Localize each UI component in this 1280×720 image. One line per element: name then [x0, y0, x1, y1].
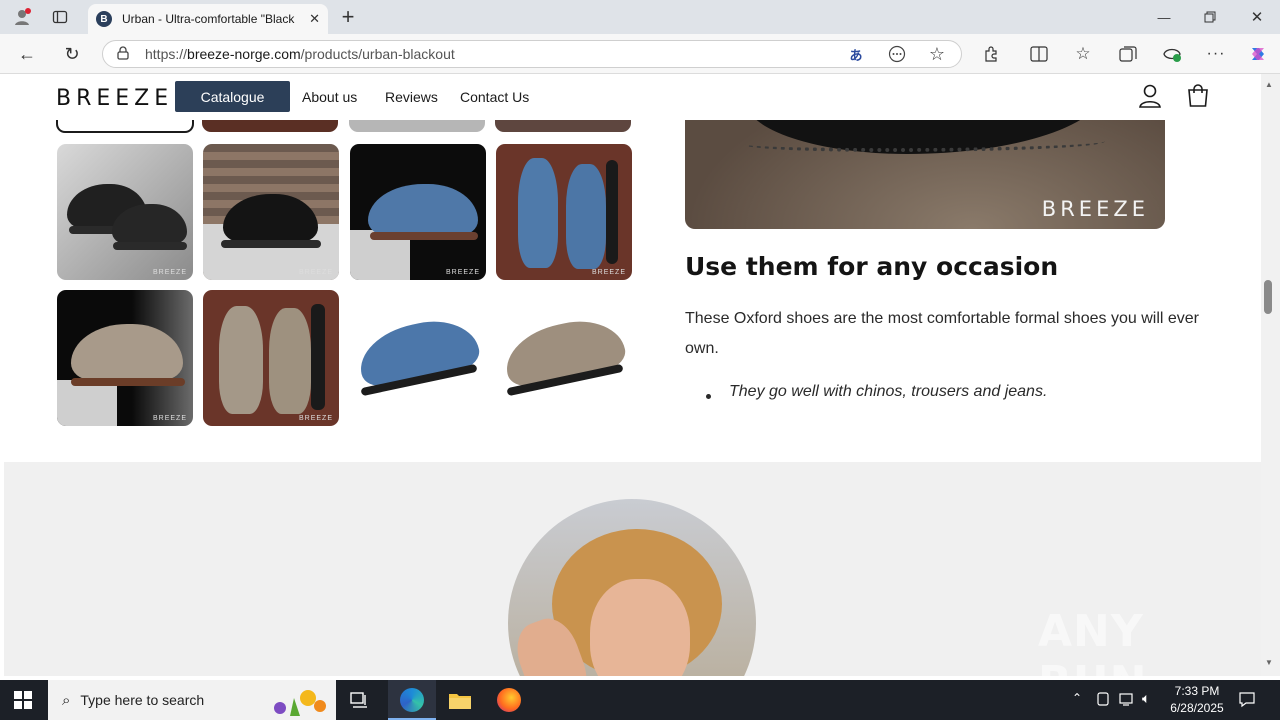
gallery-thumb-black-shoe-1[interactable]: BREEZE — [57, 144, 193, 280]
gallery-thumb-grey-shoe-1[interactable]: BREEZE — [57, 290, 193, 426]
url-prefix: https:// — [145, 46, 188, 62]
new-tab-icon[interactable]: + — [334, 3, 362, 31]
taskbar-search-placeholder: Type here to search — [80, 692, 205, 708]
tab-actions-icon[interactable] — [46, 3, 74, 31]
browser-essentials-icon[interactable] — [1158, 40, 1186, 68]
section-heading: Use them for any occasion — [685, 252, 1059, 281]
bullet-dot — [706, 394, 711, 399]
scroll-up-arrow-icon[interactable]: ▲ — [1265, 80, 1273, 89]
site-header: BREEZE Catalogue About us Reviews Contac… — [4, 74, 1261, 120]
translate-icon[interactable]: あ — [842, 40, 870, 68]
taskbar-date[interactable]: 6/28/2025 — [1164, 701, 1230, 715]
nav-contact-us[interactable]: Contact Us — [460, 81, 529, 112]
gallery-thumb-blue-shoe-1[interactable]: BREEZE — [350, 144, 486, 280]
edge-icon — [400, 688, 424, 712]
reader-mode-icon[interactable] — [883, 40, 911, 68]
copilot-icon[interactable] — [1244, 40, 1272, 68]
profile-icon[interactable] — [8, 3, 36, 31]
gallery-thumb-blue-shoe-3[interactable] — [350, 290, 486, 426]
tray-network-icon[interactable] — [1119, 691, 1135, 710]
anyrun-watermark: ANY RUN — [1038, 606, 1146, 676]
tab-title: Urban - Ultra-comfortable "Black — [122, 12, 295, 26]
lock-icon[interactable] — [117, 45, 129, 63]
browser-tab-bar: B Urban - Ultra-comfortable "Black ✕ + —… — [0, 0, 1280, 34]
extensions-icon[interactable] — [977, 40, 1005, 68]
windows-taskbar: ⌕ Type here to search ⌃ 🔈︎ 7:33 PM 6/28/… — [0, 680, 1280, 720]
collections-icon[interactable] — [1114, 40, 1142, 68]
url-text[interactable]: https://breeze-norge.com/products/urban-… — [145, 46, 455, 62]
minimize-icon[interactable]: — — [1150, 3, 1178, 31]
close-window-icon[interactable]: ✕ — [1243, 3, 1271, 31]
split-screen-icon[interactable] — [1025, 40, 1053, 68]
gallery-thumb-grey-shoe-3[interactable] — [496, 290, 632, 426]
reload-icon[interactable]: ↻ — [58, 40, 86, 68]
reviewer-avatar — [508, 499, 756, 676]
back-icon[interactable]: ← — [13, 40, 41, 68]
favorites-icon[interactable]: ☆ — [1069, 40, 1097, 68]
section-bullet: They go well with chinos, trousers and j… — [729, 383, 1048, 400]
windows-start-icon[interactable] — [14, 691, 32, 714]
gallery-thumb-blue-shoe-2[interactable]: BREEZE — [496, 144, 632, 280]
task-view-icon[interactable] — [349, 690, 369, 715]
nav-about-us[interactable]: About us — [302, 81, 357, 112]
tray-meeting-icon[interactable] — [1096, 691, 1110, 710]
taskbar-time[interactable]: 7:33 PM — [1168, 684, 1226, 698]
nav-reviews[interactable]: Reviews — [385, 81, 438, 112]
site-logo[interactable]: BREEZE — [56, 86, 173, 111]
gallery-watermark: BREEZE — [298, 269, 333, 276]
gallery-watermark: BREEZE — [591, 269, 626, 276]
search-highlight-flowers-icon — [260, 684, 332, 716]
url-path: /products/urban-blackout — [300, 46, 455, 62]
restore-icon[interactable] — [1196, 3, 1224, 31]
taskbar-search-box[interactable]: ⌕ Type here to search — [48, 680, 336, 720]
cart-icon[interactable] — [1185, 83, 1211, 114]
page-scrollbar[interactable]: ▲ ▼ — [1261, 74, 1280, 676]
hero-watermark: BREEZE — [1041, 197, 1149, 221]
tab-favicon: B — [96, 11, 112, 27]
browser-tab-active[interactable]: B Urban - Ultra-comfortable "Black ✕ — [88, 4, 328, 34]
firefox-icon[interactable] — [497, 688, 521, 712]
gallery-watermark: BREEZE — [152, 269, 187, 276]
address-bar[interactable]: https://breeze-norge.com/products/urban-… — [102, 40, 962, 68]
nav-catalogue[interactable]: Catalogue — [175, 81, 290, 112]
scrollbar-thumb[interactable] — [1264, 280, 1272, 314]
url-domain: breeze-norge.com — [187, 46, 301, 62]
more-menu-icon[interactable]: ··· — [1202, 40, 1230, 68]
gallery-thumb-black-shoe-2[interactable]: BREEZE — [203, 144, 339, 280]
gallery-watermark: BREEZE — [298, 415, 333, 422]
section-paragraph: These Oxford shoes are the most comforta… — [685, 310, 1199, 357]
file-explorer-icon[interactable] — [448, 690, 472, 715]
gallery-watermark: BREEZE — [445, 269, 480, 276]
taskbar-edge-app[interactable] — [388, 680, 436, 720]
tray-volume-icon[interactable]: 🔈︎ — [1142, 690, 1150, 707]
tray-overflow-chevron-icon[interactable]: ⌃ — [1072, 691, 1082, 705]
favorite-star-icon[interactable]: ☆ — [923, 40, 951, 68]
gallery-watermark: BREEZE — [152, 415, 187, 422]
page-viewport: BREEZE BREEZE BREEZE BREEZE BREEZE BREEZ… — [4, 74, 1261, 676]
account-icon[interactable] — [1137, 83, 1163, 114]
scroll-down-arrow-icon[interactable]: ▼ — [1265, 658, 1273, 667]
notifications-icon[interactable] — [1238, 690, 1256, 711]
search-icon: ⌕ — [62, 691, 71, 709]
gallery-thumb-grey-shoe-2[interactable]: BREEZE — [203, 290, 339, 426]
close-tab-icon[interactable]: ✕ — [309, 11, 320, 27]
